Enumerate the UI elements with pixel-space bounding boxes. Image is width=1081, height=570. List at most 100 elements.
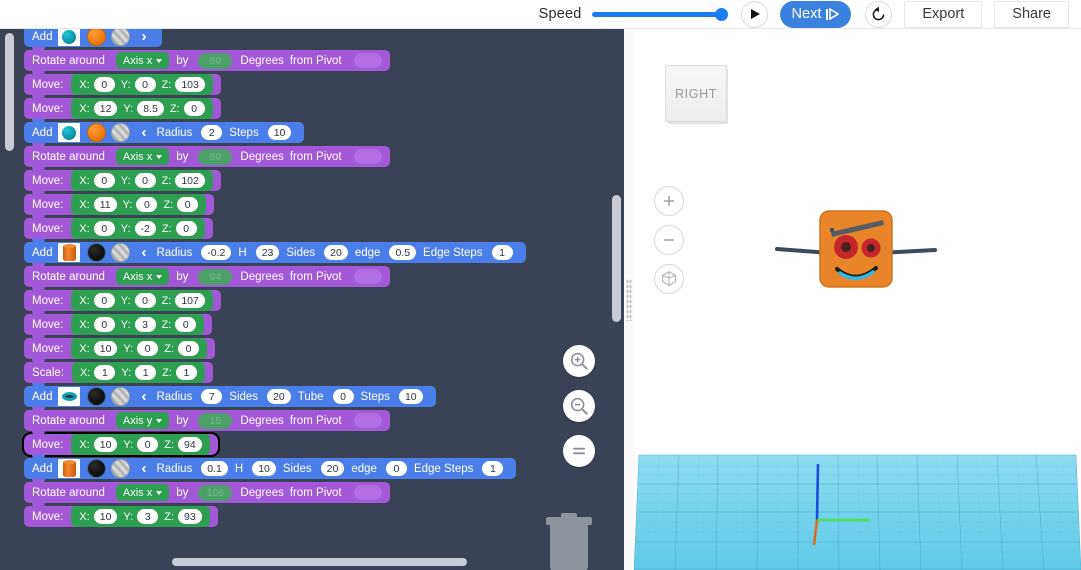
axis-dropdown[interactable]: Axis y [115,412,170,429]
editor-zoom-in-button[interactable] [563,345,595,377]
add-shape-block[interactable]: Add ‹ Radius -0.2 H 23 Sides 20 edge 0.5 Edge Step… [24,239,526,263]
move-block[interactable]: Move: X: 0 Y: 0 Z: 107 [24,287,221,311]
pivot-slot[interactable] [353,269,382,284]
texture-striped-icon[interactable] [111,123,131,142]
move-block[interactable]: Move: X: 0 Y: 0 Z: 102 [24,167,221,191]
move-block[interactable]: Move: X: 12 Y: 8.5 Z: 0 [24,95,221,119]
move-block[interactable]: Move: X: 11 Y: 0 Z: 0 [24,191,215,215]
expand-chevron-icon[interactable]: ‹ [141,125,146,140]
add-shape-block[interactable]: Add ‹ Radius 0.1 H 10 Sides 20 edge 0 Edge Steps 1 [24,455,517,479]
x-value[interactable]: 10 [93,509,118,524]
param-value[interactable]: 0.1 [201,461,228,476]
y-value[interactable]: 0 [137,437,159,452]
z-value[interactable]: 94 [178,437,202,452]
shape-swatch[interactable] [58,123,81,142]
view-cube[interactable]: RIGHT [665,65,727,122]
param-value[interactable]: 0.5 [389,245,417,260]
param-value[interactable]: 0 [385,461,407,476]
param-value[interactable]: 20 [324,245,348,260]
move-block[interactable]: Move: X: 0 Y: -2 Z: 0 [24,215,213,239]
shape-swatch[interactable] [58,459,81,478]
param-value[interactable]: 10 [267,125,292,140]
editor-vertical-scrollbar-left[interactable] [5,33,14,151]
speed-slider-thumb[interactable] [714,7,728,21]
axis-dropdown[interactable]: Axis x [115,268,170,285]
param-value[interactable]: 1 [482,461,504,476]
z-value[interactable]: 0 [175,317,197,332]
param-value[interactable]: 10 [252,461,276,476]
panel-divider[interactable] [624,29,634,570]
degrees-value[interactable]: 15 [198,412,233,429]
material-orange-icon[interactable] [87,29,107,46]
pivot-slot[interactable] [353,149,382,164]
next-button[interactable]: Next [779,0,852,28]
z-value[interactable]: 0 [175,221,197,236]
share-button[interactable]: Share [994,0,1069,28]
move-block[interactable]: Move: X: 0 Y: 0 Z: 103 [24,71,221,95]
x-value[interactable]: 12 [93,101,118,116]
z-value[interactable]: 103 [175,77,205,92]
x-value[interactable]: 0 [93,293,115,308]
pivot-slot[interactable] [353,485,382,500]
param-value[interactable]: 20 [267,389,291,404]
viewport-3d[interactable]: RIGHT [634,29,1081,570]
material-orange-icon[interactable] [87,123,107,142]
y-value[interactable]: 3 [134,317,156,332]
z-value[interactable]: 0 [177,197,199,212]
param-value[interactable]: -0.2 [201,245,232,260]
divider-drag-handle[interactable] [626,279,632,321]
param-value[interactable]: 10 [398,389,423,404]
z-value[interactable]: 1 [175,365,197,380]
viewport-zoom-out-button[interactable] [654,225,684,255]
rotate-block[interactable]: Rotate around Axis x by 90 Degrees from Pivot [24,47,390,71]
axis-dropdown[interactable]: Axis x [115,52,170,69]
shape-swatch[interactable] [58,29,81,46]
reset-button[interactable] [865,0,893,28]
degrees-value[interactable]: 94 [198,268,233,285]
editor-horizontal-scrollbar[interactable] [172,558,467,566]
z-value[interactable]: 0 [183,101,205,116]
add-shape-block[interactable]: Add ‹ Radius 2 Steps 10 [24,119,305,143]
y-value[interactable]: 0 [136,197,158,212]
y-value[interactable]: 0 [134,173,156,188]
scale-block[interactable]: Scale: X: 1 Y: 1 Z: 1 [24,359,213,383]
expand-chevron-icon[interactable]: ‹ [141,461,146,476]
move-block[interactable]: Move: X: 0 Y: 3 Z: 0 [24,311,213,335]
editor-zoom-fit-button[interactable] [563,435,595,467]
y-value[interactable]: 3 [137,509,159,524]
expand-chevron-icon[interactable]: › [141,29,146,44]
shape-swatch[interactable] [58,387,81,406]
param-value[interactable]: 20 [320,461,345,476]
y-value[interactable]: 8.5 [137,101,164,116]
y-value[interactable]: 0 [134,293,156,308]
x-value[interactable]: 1 [94,365,116,380]
degrees-value[interactable]: 106 [198,484,233,501]
y-value[interactable]: 0 [137,341,159,356]
rotate-block[interactable]: Rotate around Axis y by 15 Degrees from Pivot [24,407,390,431]
speed-slider[interactable] [591,5,728,23]
trash-icon[interactable] [546,513,592,570]
z-value[interactable]: 93 [178,509,202,524]
expand-chevron-icon[interactable]: ‹ [141,389,146,404]
x-value[interactable]: 0 [93,317,115,332]
y-value[interactable]: 1 [135,365,157,380]
play-button[interactable] [740,0,768,28]
add-shape-block[interactable]: Add › [24,29,163,47]
viewport-home-view-button[interactable] [654,264,684,294]
rotate-block[interactable]: Rotate around Axis x by 106 Degrees from Pivo… [24,479,390,503]
export-button[interactable]: Export [904,0,983,28]
move-block[interactable]: Move: X: 10 Y: 3 Z: 93 [24,503,218,527]
axis-dropdown[interactable]: Axis x [115,148,170,165]
editor-zoom-out-button[interactable] [563,390,595,422]
pivot-slot[interactable] [353,413,382,428]
degrees-value[interactable]: 90 [198,148,233,165]
viewport-zoom-in-button[interactable] [654,186,684,216]
material-black-icon[interactable] [87,243,107,262]
x-value[interactable]: 0 [93,77,115,92]
texture-striped-icon[interactable] [111,29,131,46]
shape-swatch[interactable] [58,243,81,262]
z-value[interactable]: 0 [178,341,199,356]
param-value[interactable]: 1 [491,245,513,260]
robot-head-model[interactable] [730,195,980,315]
rotate-block[interactable]: Rotate around Axis x by 94 Degrees from Pivot [24,263,390,287]
